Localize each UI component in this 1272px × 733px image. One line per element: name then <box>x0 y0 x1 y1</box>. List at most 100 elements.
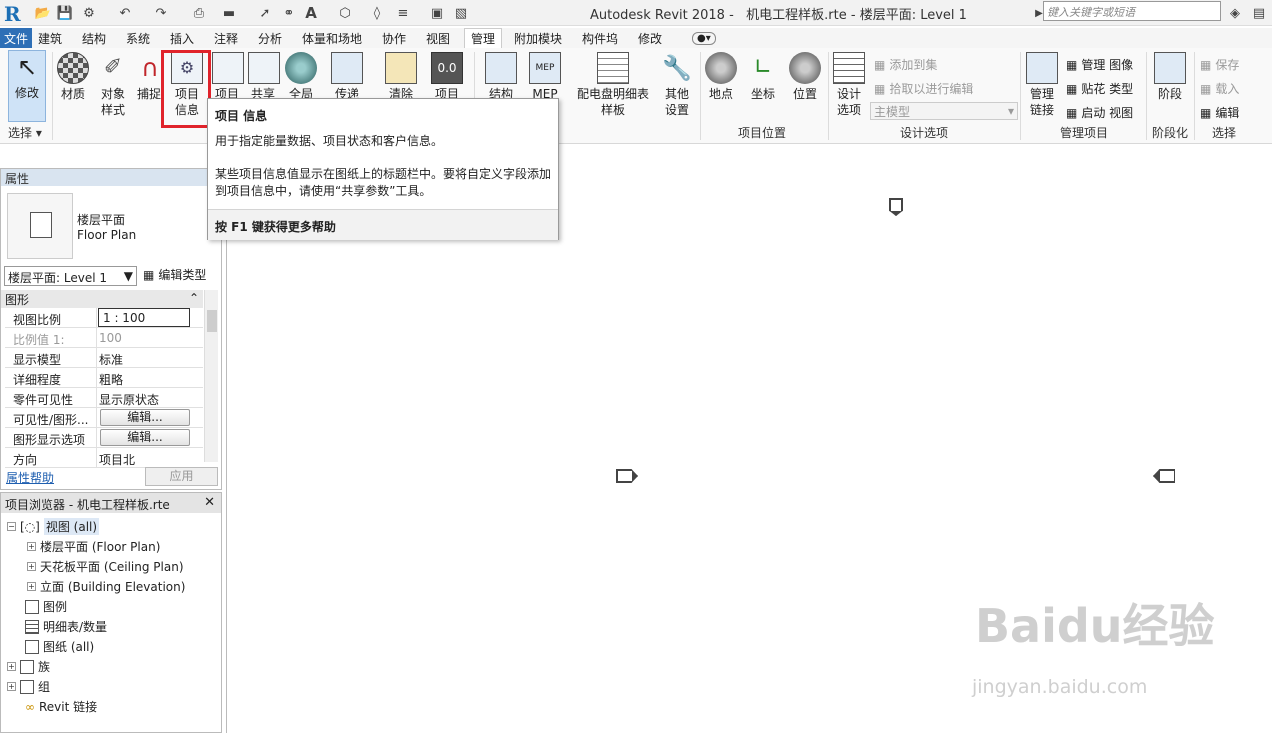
apply-button[interactable]: 应用 <box>145 467 218 486</box>
tab-component-dock[interactable]: 构件坞 <box>582 30 618 47</box>
additional-settings-button[interactable]: 🔧 其他 设置 <box>660 52 694 118</box>
browser-item-ceiling-plans[interactable]: + 天花板平面 (Ceiling Plan) <box>27 558 184 575</box>
edit-type-button[interactable]: ▦ 编辑类型 <box>143 266 206 283</box>
browser-item-floor-plans[interactable]: + 楼层平面 (Floor Plan) <box>27 538 160 555</box>
prop-row-orientation[interactable]: 方向 项目北 <box>5 448 203 468</box>
edit-selection-button[interactable]: ▦ 编辑 <box>1200 104 1239 121</box>
binoculars-icon[interactable]: ◈ <box>1226 4 1244 22</box>
manage-links-button[interactable]: 管理 链接 <box>1024 52 1060 118</box>
project-units-button[interactable]: 0.0 项目 <box>430 52 464 102</box>
redo-icon[interactable]: ↷ <box>152 4 170 22</box>
shared-parameters-button[interactable]: 共享 <box>248 52 280 102</box>
close-icon[interactable]: ✕ <box>204 495 215 510</box>
open-icon[interactable]: 📂 <box>34 4 52 22</box>
expand-icon[interactable]: + <box>7 662 16 671</box>
prop-row-display-model[interactable]: 显示模型 标准 <box>5 348 203 368</box>
section-icon[interactable]: ◊ <box>368 4 386 22</box>
object-styles-button[interactable]: ✐ 对象 样式 <box>94 52 132 118</box>
elevation-marker-east[interactable] <box>1153 469 1175 483</box>
materials-button[interactable]: 材质 <box>56 52 90 102</box>
legend-icon <box>25 599 39 614</box>
tab-analyze[interactable]: 分析 <box>258 30 282 47</box>
tab-add-ins[interactable]: 附加模块 <box>514 30 562 47</box>
divider <box>1146 52 1147 140</box>
view-type-selector[interactable]: 楼层平面: Level 1 ▼ <box>4 266 137 286</box>
global-parameters-button[interactable]: 全局 <box>284 52 318 102</box>
visibility-graphics-edit-button[interactable]: 编辑... <box>100 409 190 426</box>
tab-structure[interactable]: 结构 <box>82 30 106 47</box>
snaps-button[interactable]: ∩ 捕捉 <box>134 52 164 102</box>
elevation-marker-west[interactable] <box>616 469 638 483</box>
add-to-set-button[interactable]: ▦ 添加到集 <box>874 56 937 73</box>
select-panel-title[interactable]: 选择 ▾ <box>8 124 42 141</box>
design-options-button[interactable]: 设计 选项 <box>832 52 866 118</box>
manage-images-button[interactable]: ▦ 管理 图像 <box>1066 56 1133 73</box>
view-scale-input[interactable]: 1 : 100 <box>98 308 190 327</box>
close-hidden-icon[interactable]: ▣ <box>428 4 446 22</box>
sync-icon[interactable]: ⚙ <box>80 4 98 22</box>
3d-view-icon[interactable]: ⬡ <box>336 4 354 22</box>
measure-icon[interactable]: ▬ <box>220 4 238 22</box>
location-button[interactable]: 地点 <box>704 52 738 102</box>
thin-lines-icon[interactable]: ≡ <box>394 4 412 22</box>
pick-to-edit-button[interactable]: ▦ 拾取以进行编辑 <box>874 80 973 97</box>
properties-help-link[interactable]: 属性帮助 <box>6 469 54 486</box>
tab-collaborate[interactable]: 协作 <box>382 30 406 47</box>
graphic-display-options-edit-button[interactable]: 编辑... <box>100 429 190 446</box>
ribbon-toggle-icon[interactable]: ●▾ <box>692 32 716 45</box>
tag-icon[interactable]: ⚭ <box>280 4 298 22</box>
collapse-icon[interactable]: − <box>7 522 16 531</box>
panel-schedule-templates-button[interactable]: 配电盘明细表 样板 <box>574 52 652 118</box>
save-icon[interactable]: 💾 <box>56 4 74 22</box>
project-parameters-button[interactable]: 项目 <box>212 52 244 102</box>
position-button[interactable]: 位置 <box>788 52 822 102</box>
tab-file[interactable]: 文件 <box>0 28 33 48</box>
browser-item-legends[interactable]: 图例 <box>25 598 67 615</box>
print-icon[interactable]: ⎙ <box>190 4 208 22</box>
tab-systems[interactable]: 系统 <box>126 30 150 47</box>
expand-icon[interactable]: + <box>27 582 36 591</box>
main-model-select[interactable]: 主模型 ▾ <box>870 102 1018 120</box>
tab-view[interactable]: 视图 <box>426 30 450 47</box>
expand-icon[interactable]: + <box>7 682 16 691</box>
tab-manage[interactable]: 管理 <box>464 28 503 49</box>
switch-windows-icon[interactable]: ▧ <box>452 4 470 22</box>
tab-architecture[interactable]: 建筑 <box>38 30 62 47</box>
expand-icon[interactable]: + <box>27 542 36 551</box>
transfer-standards-button[interactable]: 传递 <box>330 52 364 102</box>
graphics-group-header[interactable]: 图形 ⌃ <box>1 290 203 308</box>
tab-insert[interactable]: 插入 <box>170 30 194 47</box>
aligned-dimension-icon[interactable]: ➚ <box>256 4 274 22</box>
prop-row-parts-visibility[interactable]: 零件可见性 显示原状态 <box>5 388 203 408</box>
modify-button[interactable]: ↖ 修改 <box>8 50 46 122</box>
browser-item-elevations[interactable]: + 立面 (Building Elevation) <box>27 578 185 595</box>
browser-item-sheets[interactable]: 图纸 (all) <box>25 638 94 655</box>
browser-item-revit-links[interactable]: ∞ Revit 链接 <box>25 698 97 715</box>
phases-button[interactable]: 阶段 <box>1152 52 1188 102</box>
tab-modify[interactable]: 修改 <box>638 30 662 47</box>
browser-item-groups[interactable]: + 组 <box>7 678 50 695</box>
save-selection-button[interactable]: ▦ 保存 <box>1200 56 1239 73</box>
undo-icon[interactable]: ↶ <box>116 4 134 22</box>
purge-unused-button[interactable]: 清除 <box>384 52 418 102</box>
browser-item-views[interactable]: − [◌] 视图 (all) <box>7 518 100 535</box>
subscription-icon[interactable]: ▤ <box>1250 4 1268 22</box>
starting-view-button[interactable]: ▦ 启动 视图 <box>1066 104 1133 121</box>
decal-types-button[interactable]: ▦ 贴花 类型 <box>1066 80 1133 97</box>
coordinates-button[interactable]: ∟ 坐标 <box>746 52 780 102</box>
mep-settings-button[interactable]: MEP MEP <box>526 52 564 102</box>
tab-annotate[interactable]: 注释 <box>214 30 238 47</box>
expand-icon[interactable]: + <box>27 562 36 571</box>
watermark-url: jingyan.baidu.com <box>972 676 1148 698</box>
search-input[interactable]: 键入关键字或短语 <box>1043 1 1221 21</box>
structural-settings-button[interactable]: 结构 <box>482 52 520 102</box>
elevation-marker-north[interactable] <box>889 198 903 216</box>
prop-row-detail-level[interactable]: 详细程度 粗略 <box>5 368 203 388</box>
text-icon[interactable]: A <box>302 4 320 22</box>
browser-item-schedules[interactable]: 明细表/数量 <box>25 618 107 635</box>
browser-item-families[interactable]: + 族 <box>7 658 50 675</box>
load-selection-button[interactable]: ▦ 载入 <box>1200 80 1239 97</box>
revit-logo-icon[interactable]: R <box>4 2 24 26</box>
properties-scrollbar[interactable] <box>204 290 218 462</box>
tab-massing-site[interactable]: 体量和场地 <box>302 30 362 47</box>
